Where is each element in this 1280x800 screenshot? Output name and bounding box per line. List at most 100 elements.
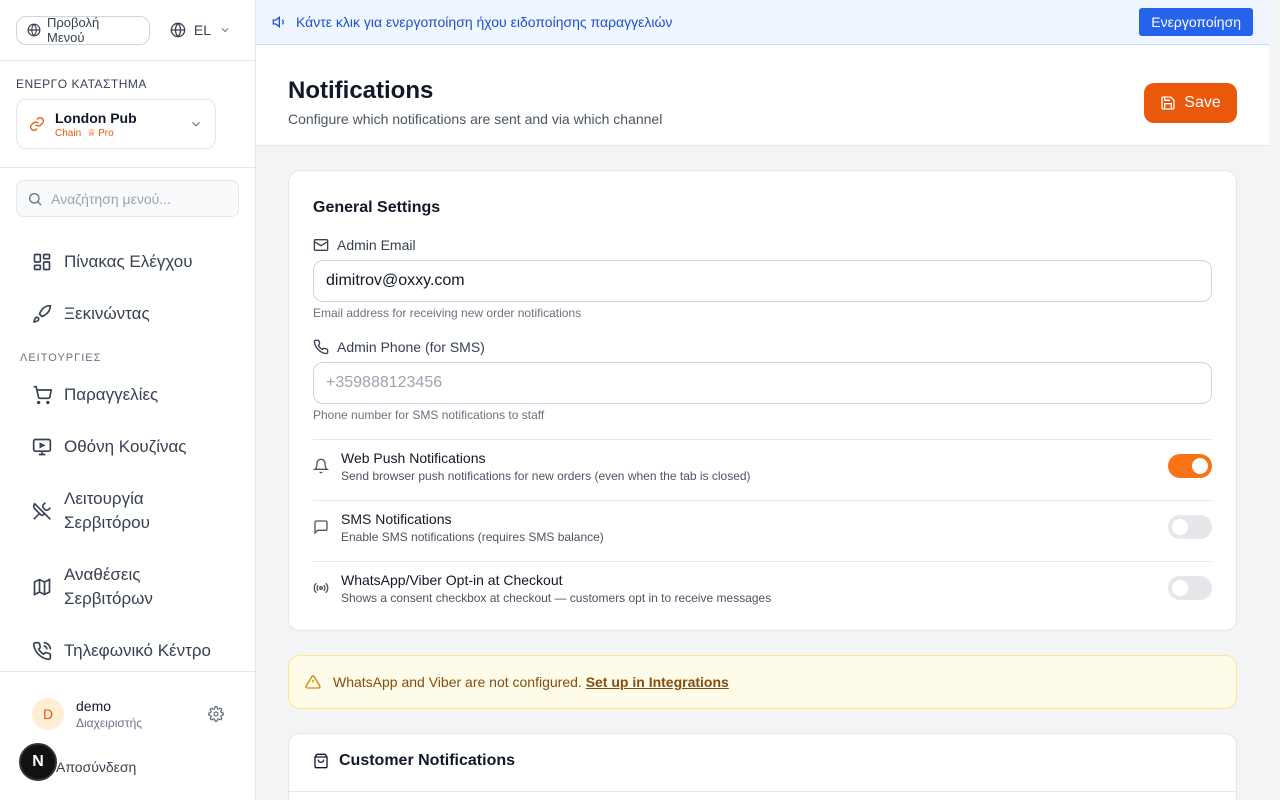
phone-call-icon [32, 641, 52, 661]
divider [289, 791, 1236, 792]
sidebar-item-label: Τηλεφωνικό Κέντρο [64, 641, 211, 660]
sidebar-item-getting-started[interactable]: Ξεκινώντας [16, 292, 239, 336]
sidebar-item-label-group: Λειτουργία Σερβιτόρου [64, 487, 150, 535]
toggle-knob [1172, 519, 1188, 535]
sms-toggle[interactable] [1168, 515, 1212, 539]
sidebar-item-orders[interactable]: Παραγγελίες [16, 373, 239, 417]
gear-icon[interactable] [208, 706, 224, 722]
sidebar-top-bar: Προβολή Μενού EL [0, 0, 255, 61]
crown-icon: ♕ [87, 127, 97, 139]
chevron-down-icon [219, 24, 231, 36]
speaker-icon [272, 14, 288, 30]
menu-search-field[interactable]: Αναζήτηση μενού... [16, 180, 239, 217]
toggle-description: Enable SMS notifications (requires SMS b… [341, 530, 604, 544]
rocket-icon [32, 304, 52, 324]
cart-icon [32, 385, 52, 405]
globe-icon [170, 22, 186, 38]
user-info: demo Διαχειριστής [76, 698, 196, 730]
globe-icon [27, 23, 41, 37]
sidebar-item-label: Σερβιτόρου [64, 513, 150, 532]
sidebar-nav: Πίνακας Ελέγχου Ξεκινώντας ΛΕΙΤΟΥΡΓΙΕΣ Π… [16, 240, 239, 673]
admin-email-label: Admin Email [313, 237, 416, 253]
nav-group-operations: ΛΕΙΤΟΥΡΓΙΕΣ [20, 352, 102, 364]
save-icon [1160, 95, 1176, 111]
customer-notifications-card: Customer Notifications [288, 733, 1237, 800]
sound-banner: Κάντε κλικ για ενεργοποίηση ήχου ειδοποί… [256, 0, 1269, 45]
sidebar-item-waiter[interactable]: Λειτουργία Σερβιτόρου [16, 477, 239, 545]
field-label-text: Admin Email [337, 237, 416, 253]
admin-phone-hint: Phone number for SMS notifications to st… [313, 408, 545, 422]
store-name: London Pub [55, 109, 137, 126]
dev-badge-letter: N [32, 753, 44, 770]
admin-email-hint: Email address for receiving new order no… [313, 306, 582, 320]
warning-icon [305, 674, 321, 690]
sidebar-item-label: Λειτουργία [64, 489, 144, 508]
logout-button[interactable]: Αποσύνδεση [56, 759, 136, 775]
warning-text: WhatsApp and Viber are not configured. [333, 674, 586, 690]
integration-warning: WhatsApp and Viber are not configured. S… [288, 655, 1237, 709]
integrations-link[interactable]: Set up in Integrations [586, 674, 729, 690]
sidebar-item-label: Πίνακας Ελέγχου [64, 252, 193, 271]
sidebar-item-label: Οθόνη Κουζίνας [64, 437, 187, 456]
toggle-title: SMS Notifications [341, 511, 452, 527]
sidebar-item-label-group: Αναθέσεις Σερβιτόρων [64, 563, 153, 611]
sidebar-item-assignments[interactable]: Αναθέσεις Σερβιτόρων [16, 553, 239, 621]
menu-view-label: Προβολή Μενού [47, 15, 100, 45]
sidebar: Προβολή Μενού EL ΕΝΕΡΓΟ ΚΑΤΑΣΤΗΜΑ London… [0, 0, 256, 800]
phone-icon [313, 339, 329, 355]
sidebar-item-kitchen[interactable]: Οθόνη Κουζίνας [16, 425, 239, 469]
link-icon [29, 116, 45, 132]
whatsapp-viber-toggle[interactable] [1168, 576, 1212, 600]
admin-phone-label: Admin Phone (for SMS) [313, 339, 485, 355]
active-store-section: ΕΝΕΡΓΟ ΚΑΤΑΣΤΗΜΑ London Pub Chain ♕ Pro [0, 61, 255, 168]
sidebar-item-dashboard[interactable]: Πίνακας Ελέγχου [16, 240, 239, 284]
utensils-icon [32, 501, 52, 521]
admin-email-input[interactable] [313, 260, 1212, 302]
user-name: demo [76, 698, 112, 714]
store-type: Chain [55, 127, 82, 139]
avatar: D [32, 698, 64, 730]
dashboard-icon [32, 252, 52, 272]
toggle-title: Web Push Notifications [341, 450, 486, 466]
language-selector[interactable]: EL [162, 22, 239, 38]
banner-text: Κάντε κλικ για ενεργοποίηση ήχου ειδοποί… [296, 14, 673, 30]
chevron-down-icon [189, 117, 203, 131]
store-plan: Pro [98, 127, 114, 139]
store-selector[interactable]: London Pub Chain ♕ Pro [16, 99, 216, 149]
sms-row: SMS Notifications Enable SMS notificatio… [313, 500, 1212, 561]
store-info: London Pub Chain ♕ Pro [55, 110, 179, 139]
sidebar-item-call-center[interactable]: Τηλεφωνικό Κέντρο [16, 629, 239, 673]
broadcast-icon [313, 580, 329, 596]
user-profile: D demo Διαχειριστής [32, 698, 224, 730]
user-role: Διαχειριστής [76, 716, 143, 730]
toggle-description: Shows a consent checkbox at checkout — c… [341, 591, 772, 605]
admin-phone-input[interactable] [313, 362, 1212, 404]
monitor-icon [32, 437, 52, 457]
enable-sound-button[interactable]: Ενεργοποίηση [1139, 8, 1253, 36]
toggle-knob [1172, 580, 1188, 596]
toggle-knob [1192, 458, 1208, 474]
save-label: Save [1184, 94, 1221, 111]
general-settings-title: General Settings [313, 199, 441, 216]
toggle-title: WhatsApp/Viber Opt-in at Checkout [341, 572, 563, 588]
web-push-row: Web Push Notifications Send browser push… [313, 439, 1212, 500]
sidebar-item-label: Σερβιτόρων [64, 589, 153, 608]
customer-notifications-title: Customer Notifications [313, 752, 515, 770]
shopping-bag-icon [313, 753, 329, 769]
sidebar-item-label: Παραγγελίες [64, 385, 159, 404]
sidebar-item-label: Ξεκινώντας [64, 304, 150, 323]
card-title-text: Customer Notifications [339, 752, 516, 769]
warning-message: WhatsApp and Viber are not configured. S… [333, 674, 729, 690]
search-placeholder: Αναζήτηση μενού... [51, 190, 171, 207]
map-icon [32, 577, 52, 597]
dev-badge[interactable]: N [19, 743, 57, 781]
page-subtitle: Configure which notifications are sent a… [288, 111, 663, 127]
menu-view-button[interactable]: Προβολή Μενού [16, 15, 150, 45]
save-button[interactable]: Save [1144, 83, 1237, 123]
sidebar-item-label: Αναθέσεις [64, 565, 141, 584]
message-icon [313, 519, 329, 535]
web-push-toggle[interactable] [1168, 454, 1212, 478]
store-meta: Chain ♕ Pro [55, 128, 179, 139]
bell-icon [313, 458, 329, 474]
page-title: Notifications [288, 77, 434, 104]
